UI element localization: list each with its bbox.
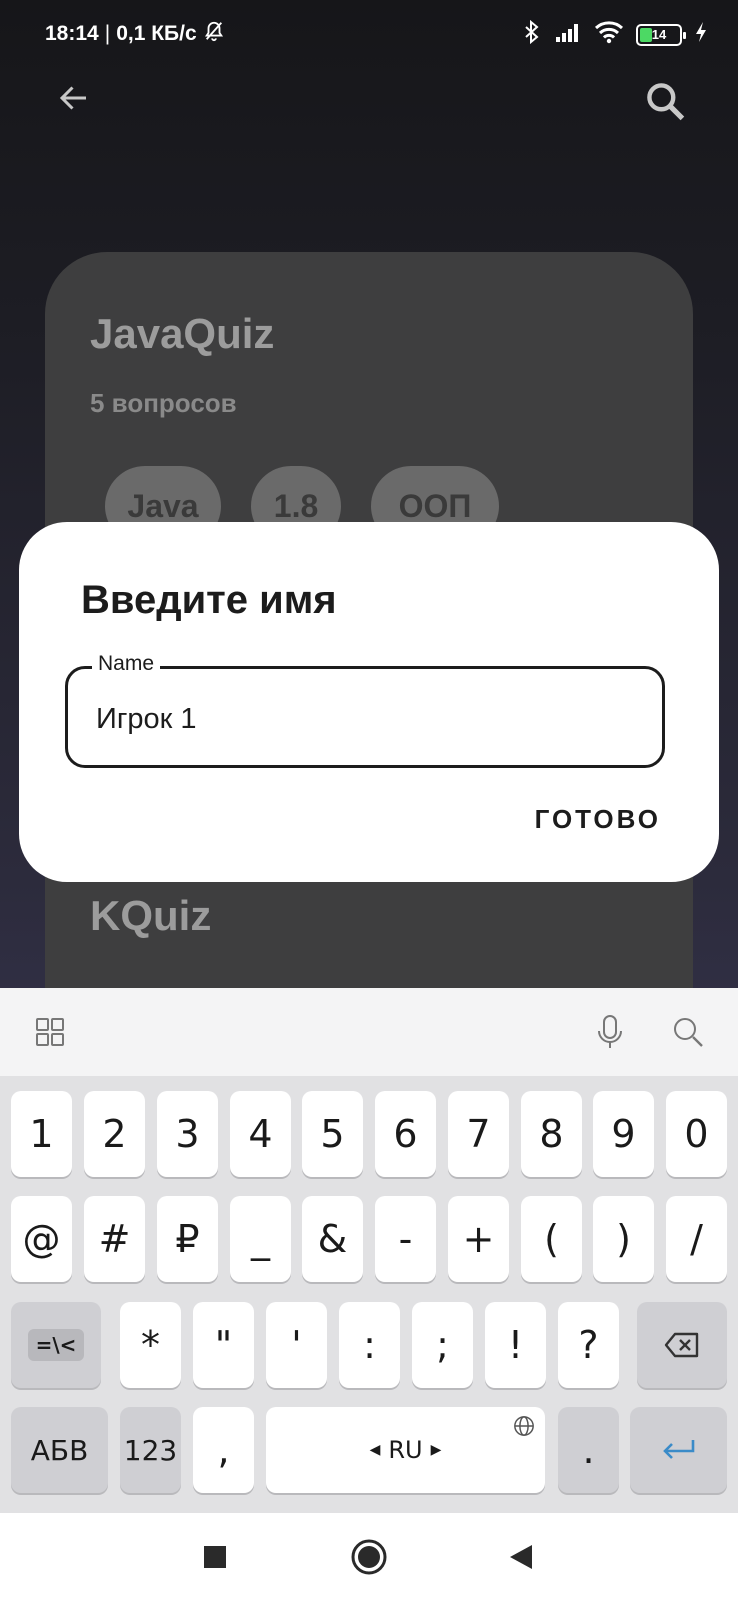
key-ampersand[interactable]: & xyxy=(302,1196,363,1282)
language-label: RU xyxy=(388,1436,423,1464)
key-1[interactable]: 1 xyxy=(11,1091,72,1177)
key-9[interactable]: 9 xyxy=(593,1091,654,1177)
symbols-toggle-key[interactable]: =\< xyxy=(11,1302,101,1388)
globe-icon xyxy=(514,1416,534,1436)
battery-icon: 14 xyxy=(636,23,686,46)
keyboard-toolbar xyxy=(0,988,738,1076)
key-exclamation[interactable]: ! xyxy=(485,1302,546,1388)
status-bar: 18:14 | 0,1 КБ/с 14 xyxy=(0,0,738,66)
nav-back-button[interactable] xyxy=(497,1533,545,1581)
search-icon xyxy=(647,83,685,121)
dialog-title: Введите имя xyxy=(81,578,337,622)
symbols-toggle-label: =\< xyxy=(27,1329,85,1361)
bell-off-icon xyxy=(203,20,225,48)
quiz-title: JavaQuiz xyxy=(90,310,275,357)
key-4[interactable]: 4 xyxy=(230,1091,291,1177)
field-label: Name xyxy=(92,652,161,676)
back-icon xyxy=(510,1545,532,1569)
key-6[interactable]: 6 xyxy=(375,1091,436,1177)
navigation-bar xyxy=(0,1513,738,1600)
backspace-key[interactable] xyxy=(637,1302,727,1388)
done-button[interactable]: ГОТОВО xyxy=(535,804,661,835)
key-3[interactable]: 3 xyxy=(157,1091,218,1177)
key-underscore[interactable]: _ xyxy=(230,1196,291,1282)
charging-icon xyxy=(694,21,708,48)
search-icon[interactable] xyxy=(664,1008,712,1056)
key-at[interactable]: @ xyxy=(11,1196,72,1282)
back-button[interactable] xyxy=(50,74,98,122)
name-input[interactable]: Игрок 1 xyxy=(96,703,197,736)
signal-icon xyxy=(554,21,582,48)
key-question[interactable]: ? xyxy=(558,1302,619,1388)
key-apostrophe[interactable]: ' xyxy=(266,1302,327,1388)
key-ruble[interactable]: ₽ xyxy=(157,1196,218,1282)
key-paren-open[interactable]: ( xyxy=(521,1196,582,1282)
backspace-icon xyxy=(664,1332,699,1358)
key-colon[interactable]: : xyxy=(339,1302,400,1388)
arrow-back-icon xyxy=(59,86,86,110)
app-bar xyxy=(0,66,738,136)
key-slash[interactable]: / xyxy=(666,1196,727,1282)
space-key[interactable]: ◀ RU ▶ xyxy=(266,1407,545,1493)
key-0[interactable]: 0 xyxy=(666,1091,727,1177)
status-right: 14 xyxy=(522,19,708,49)
arrow-left-icon: ◀ xyxy=(369,1442,381,1458)
key-hash[interactable]: # xyxy=(84,1196,145,1282)
quiz-question-count: 5 вопросов xyxy=(90,388,237,418)
key-minus[interactable]: - xyxy=(375,1196,436,1282)
wifi-icon xyxy=(594,20,624,49)
bluetooth-icon xyxy=(522,19,542,49)
quiz-title: KQuiz xyxy=(90,892,212,939)
home-icon xyxy=(351,1539,387,1575)
status-time: 18:14 xyxy=(45,22,99,45)
key-5[interactable]: 5 xyxy=(302,1091,363,1177)
status-separator: | xyxy=(104,22,111,45)
arrow-right-icon: ▶ xyxy=(430,1442,442,1458)
numbers-key[interactable]: 123 xyxy=(120,1407,181,1493)
key-period[interactable]: . xyxy=(558,1407,619,1493)
enter-icon xyxy=(662,1440,694,1459)
battery-percent: 14 xyxy=(651,27,667,42)
enter-key[interactable] xyxy=(630,1407,727,1493)
recents-button[interactable] xyxy=(191,1533,239,1581)
name-dialog: Введите имя Name Игрок 1 ГОТОВО xyxy=(19,522,719,882)
home-button[interactable] xyxy=(345,1533,393,1581)
keyboard: 1 2 3 4 5 6 7 8 9 0 @ # ₽ _ & - + ( ) / … xyxy=(0,988,738,1513)
recents-icon xyxy=(204,1546,226,1568)
key-2[interactable]: 2 xyxy=(84,1091,145,1177)
mic-icon[interactable] xyxy=(586,1008,634,1056)
key-8[interactable]: 8 xyxy=(521,1091,582,1177)
key-plus[interactable]: + xyxy=(448,1196,509,1282)
key-double-quote[interactable]: " xyxy=(193,1302,254,1388)
name-field[interactable]: Name Игрок 1 xyxy=(65,652,665,768)
alphabet-key[interactable]: АБВ xyxy=(11,1407,108,1493)
status-left: 18:14 | 0,1 КБ/с xyxy=(45,20,225,48)
key-semicolon[interactable]: ; xyxy=(412,1302,473,1388)
search-button[interactable] xyxy=(640,76,690,126)
status-speed: 0,1 КБ/с xyxy=(116,22,197,45)
battery-level-fill xyxy=(640,27,652,42)
key-comma[interactable]: , xyxy=(193,1407,254,1493)
key-7[interactable]: 7 xyxy=(448,1091,509,1177)
grid-icon[interactable] xyxy=(26,1008,74,1056)
key-asterisk[interactable]: * xyxy=(120,1302,181,1388)
key-paren-close[interactable]: ) xyxy=(593,1196,654,1282)
